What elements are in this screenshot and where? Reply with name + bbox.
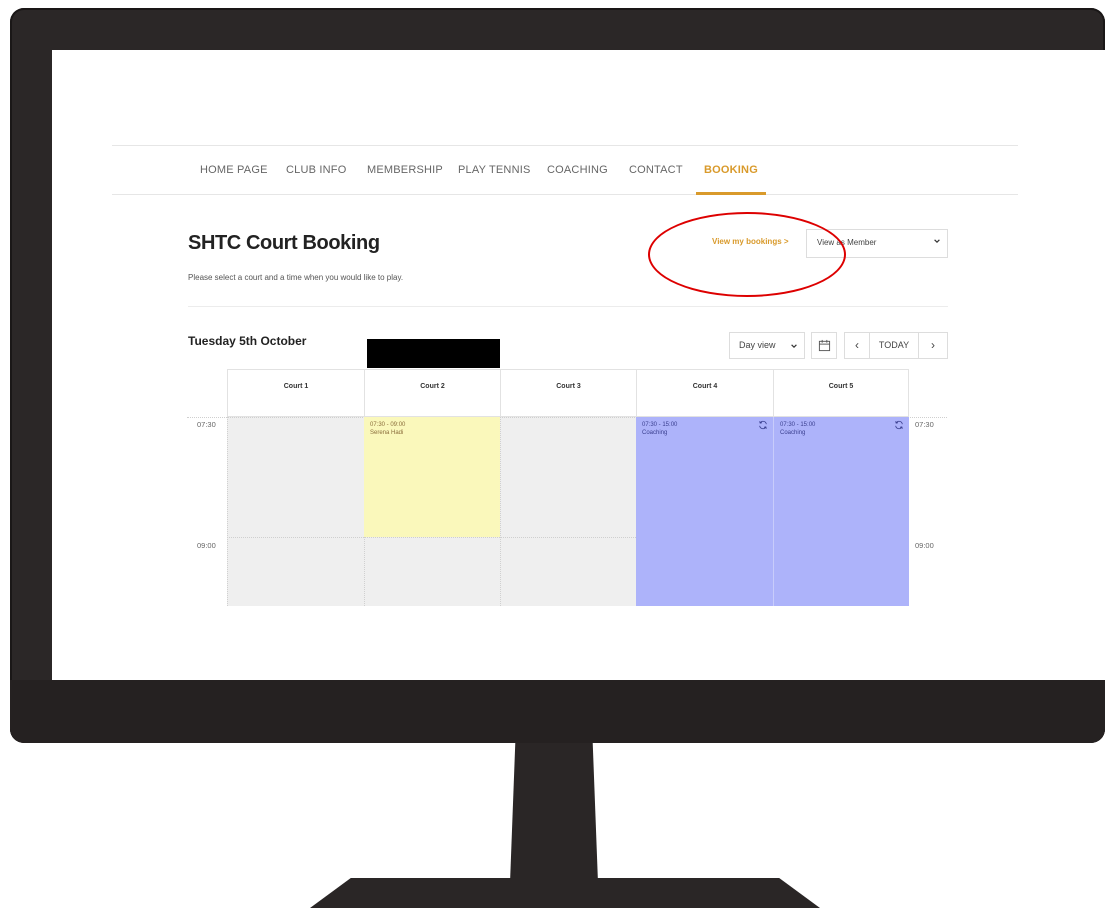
court-3-slots[interactable]: [500, 417, 636, 606]
view-mode-value: Day view: [739, 340, 776, 350]
chevron-down-icon: [934, 239, 940, 244]
court-header-4: Court 4: [636, 369, 773, 417]
page-subtitle: Please select a court and a time when yo…: [188, 273, 404, 282]
nav-play-tennis[interactable]: PLAY TENNIS: [458, 146, 531, 194]
calendar-date: Tuesday 5th October: [188, 334, 307, 348]
monitor-screen: HOME PAGE CLUB INFO MEMBERSHIP PLAY TENN…: [52, 50, 1105, 680]
next-day-button[interactable]: ›: [918, 332, 948, 359]
prev-day-button[interactable]: ‹: [844, 332, 870, 359]
view-mode-select[interactable]: Day view: [729, 332, 805, 359]
monitor-chin: [10, 680, 1105, 743]
booking-title: Serena Hadi: [370, 430, 404, 436]
view-as-select[interactable]: View as Member: [806, 229, 948, 258]
booking-title: Coaching: [780, 430, 806, 436]
view-as-value: View as Member: [817, 238, 877, 247]
monitor-stand-base: [310, 878, 820, 908]
gridline-0900: [227, 537, 636, 538]
nav-home-page[interactable]: HOME PAGE: [200, 146, 268, 194]
time-label-left-0900: 09:00: [197, 541, 216, 550]
view-my-bookings-link[interactable]: View my bookings >: [712, 237, 789, 246]
time-label-right-0730: 07:30: [915, 420, 934, 429]
redaction-box: [367, 339, 500, 368]
booking-time: 07:30 - 09:00: [370, 422, 406, 428]
booking-court-4[interactable]: 07:30 - 15:00 Coaching: [636, 417, 773, 606]
chevron-down-icon: [791, 344, 797, 349]
booking-time: 07:30 - 15:00: [780, 422, 816, 428]
nav-coaching[interactable]: COACHING: [547, 146, 608, 194]
nav-club-info[interactable]: CLUB INFO: [286, 146, 346, 194]
court-header-3: Court 3: [500, 369, 636, 417]
chevron-right-icon: ›: [931, 338, 935, 352]
court-schedule-grid: Court 1 Court 2 Court 3 Court 4 Court 5 …: [187, 369, 947, 606]
main-navigation: HOME PAGE CLUB INFO MEMBERSHIP PLAY TENN…: [112, 145, 1018, 195]
section-divider: [188, 306, 948, 307]
booking-title: Coaching: [642, 430, 668, 436]
court-1-slots[interactable]: [227, 417, 364, 606]
booking-court-2[interactable]: 07:30 - 09:00 Serena Hadi: [364, 417, 500, 537]
recurring-icon: [759, 420, 767, 430]
time-label-right-0900: 09:00: [915, 541, 934, 550]
today-button[interactable]: TODAY: [869, 332, 919, 359]
date-picker-button[interactable]: [811, 332, 837, 359]
nav-membership[interactable]: MEMBERSHIP: [367, 146, 443, 194]
monitor-stand-neck: [510, 743, 598, 883]
court-header-5: Court 5: [773, 369, 909, 417]
page-title: SHTC Court Booking: [188, 232, 380, 254]
chevron-left-icon: ‹: [855, 338, 859, 352]
recurring-icon: [895, 420, 903, 430]
calendar-icon: [818, 339, 831, 352]
time-label-left-0730: 07:30: [197, 420, 216, 429]
nav-booking[interactable]: BOOKING: [696, 146, 766, 195]
court-header-2: Court 2: [364, 369, 500, 417]
booking-court-5[interactable]: 07:30 - 15:00 Coaching: [773, 417, 909, 606]
booking-time: 07:30 - 15:00: [642, 422, 678, 428]
court-header-1: Court 1: [227, 369, 364, 417]
nav-contact[interactable]: CONTACT: [629, 146, 683, 194]
